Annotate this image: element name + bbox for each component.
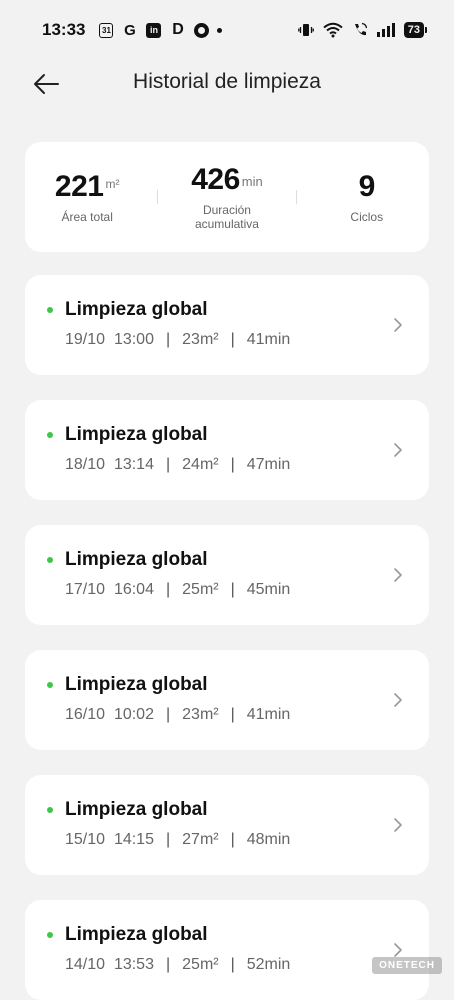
chevron-right-icon — [394, 568, 402, 582]
status-dot — [47, 682, 53, 688]
history-item[interactable]: Limpieza global 15/10 14:15 | 27m² | 48min — [25, 775, 429, 875]
wifi-icon — [323, 22, 343, 38]
history-item-meta: 19/10 13:00 | 23m² | 41min — [65, 331, 290, 349]
total-area-unit: m² — [105, 177, 120, 191]
total-area-value: 221 — [54, 170, 104, 203]
duration-label-line-2: acumulativa — [194, 217, 259, 231]
record-icon — [194, 22, 210, 38]
chevron-right-icon — [394, 443, 402, 457]
history-item-area: 27m² — [182, 831, 219, 848]
history-item-date: 15/10 — [65, 831, 106, 848]
history-item-time: 13:14 — [113, 456, 154, 473]
wifi-calling-icon — [354, 22, 367, 36]
watermark-logo: ONETECH — [372, 957, 442, 974]
separator: | — [230, 706, 235, 723]
history-item-duration: 41min — [246, 706, 291, 723]
history-item-duration: 48min — [246, 831, 291, 848]
separator: | — [165, 456, 171, 473]
duration-value: 426 — [191, 163, 240, 196]
history-item-time: 13:53 — [113, 956, 154, 973]
separator: | — [230, 831, 235, 848]
history-item-date: 16/10 — [65, 706, 106, 723]
history-item-time: 10:02 — [113, 706, 154, 723]
history-item-title: Limpieza global — [65, 924, 208, 945]
status-time: 13:33 — [42, 20, 86, 39]
history-item-date: 17/10 — [65, 581, 106, 598]
stat-cycles: 9 Ciclos — [312, 170, 422, 224]
duration-label-line-1: Duración — [202, 203, 251, 217]
dot-icon — [217, 27, 223, 33]
duration-label: Duración acumulativa — [195, 203, 259, 231]
history-item-duration: 47min — [246, 456, 291, 473]
stat-duration: 426 min Duración acumulativa — [172, 163, 282, 231]
chevron-right-icon — [394, 318, 402, 332]
history-item-meta: 17/10 16:04 | 25m² | 45min — [65, 581, 290, 599]
chevron-right-icon — [394, 818, 402, 832]
history-item-title: Limpieza global — [65, 674, 208, 695]
history-item-area: 24m² — [182, 456, 219, 473]
separator: | — [165, 581, 171, 598]
history-item-area: 23m² — [182, 706, 219, 723]
chevron-right-icon — [394, 693, 402, 707]
separator: | — [230, 456, 235, 473]
separator: | — [165, 956, 171, 973]
status-left: 13:33 31 G in D — [42, 20, 223, 40]
history-item[interactable]: Limpieza global 17/10 16:04 | 25m² | 45min — [25, 525, 429, 625]
history-item-area: 25m² — [182, 956, 219, 973]
status-dot — [47, 432, 53, 438]
divider — [156, 190, 158, 204]
history-item-title: Limpieza global — [65, 424, 208, 445]
history-item-title: Limpieza global — [65, 549, 208, 570]
history-item[interactable]: Limpieza global 16/10 10:02 | 23m² | 41min — [25, 650, 429, 750]
linkedin-icon: in — [146, 22, 162, 38]
history-item-meta: 15/10 14:15 | 27m² | 48min — [65, 831, 290, 849]
history-item-time: 13:00 — [113, 331, 154, 348]
calendar-icon: 31 — [99, 22, 114, 38]
history-item-date: 14/10 — [65, 956, 106, 973]
separator: | — [230, 581, 235, 598]
history-item-title: Limpieza global — [65, 299, 208, 320]
separator: | — [165, 706, 171, 723]
history-item[interactable]: Limpieza global 19/10 13:00 | 23m² | 41min — [25, 275, 429, 375]
history-item[interactable]: Limpieza global 18/10 13:14 | 24m² | 47min — [25, 400, 429, 500]
page-title: Historial de limpieza — [133, 70, 321, 93]
history-item-date: 18/10 — [65, 456, 106, 473]
separator: | — [165, 831, 171, 848]
history-item-meta: 14/10 13:53 | 25m² | 52min — [65, 956, 290, 974]
history-item-duration: 52min — [246, 956, 291, 973]
history-item-area: 25m² — [182, 581, 219, 598]
cycles-value: 9 — [358, 170, 376, 203]
status-dot — [47, 932, 53, 938]
history-item-duration: 45min — [246, 581, 291, 598]
status-right: 73 — [297, 22, 428, 38]
separator: | — [165, 331, 171, 348]
duration-unit: min — [241, 174, 263, 189]
google-icon: G — [124, 21, 136, 39]
history-item-area: 23m² — [182, 331, 219, 348]
total-area-label: Área total — [61, 210, 113, 224]
history-item-time: 14:15 — [113, 831, 154, 848]
divider — [296, 190, 298, 204]
cycles-label: Ciclos — [350, 210, 384, 224]
status-dot — [47, 807, 53, 813]
vibrate-icon — [297, 24, 314, 36]
history-item-title: Limpieza global — [65, 799, 208, 820]
dailymotion-icon: D — [172, 21, 184, 38]
history-item-meta: 18/10 13:14 | 24m² | 47min — [65, 456, 290, 474]
separator: | — [230, 331, 235, 348]
status-dot — [47, 307, 53, 313]
battery-icon: 73 — [403, 22, 428, 38]
separator: | — [230, 956, 235, 973]
history-item-time: 16:04 — [113, 581, 154, 598]
stat-total-area: 221 m² Área total — [32, 170, 142, 224]
status-bar: 13:33 31 G in D 73 — [0, 0, 454, 60]
signal-icon — [376, 23, 395, 37]
history-item-meta: 16/10 10:02 | 23m² | 41min — [65, 706, 290, 724]
history-item-date: 19/10 — [65, 331, 106, 348]
status-dot — [47, 557, 53, 563]
app-header: Historial de limpieza — [0, 60, 454, 108]
history-item-duration: 41min — [246, 331, 291, 348]
history-item[interactable]: Limpieza global 14/10 13:53 | 25m² | 52min — [25, 900, 429, 1000]
summary-card: 221 m² Área total 426 min Duración acumu… — [25, 142, 429, 252]
